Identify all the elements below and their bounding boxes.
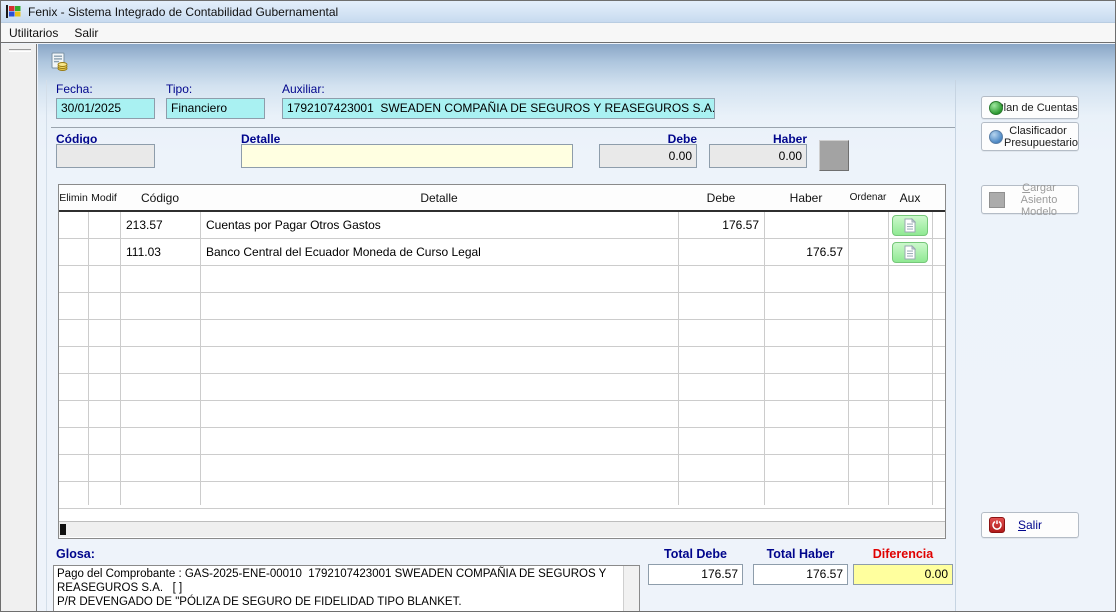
grid-horizontal-scrollbar[interactable] bbox=[59, 521, 945, 537]
tipo-field[interactable]: Financiero bbox=[166, 98, 265, 119]
diferencia-label: Diferencia bbox=[853, 547, 953, 561]
cell-elimin[interactable] bbox=[59, 212, 88, 239]
total-haber-field: 176.57 bbox=[753, 564, 848, 585]
scrollbar-thumb[interactable] bbox=[60, 524, 66, 535]
document-list-icon bbox=[904, 218, 916, 233]
salir-label: Salir bbox=[1018, 519, 1042, 531]
plan-de-cuentas-label: Plan de Cuentas bbox=[996, 102, 1077, 114]
haber-entry-field[interactable]: 0.00 bbox=[709, 144, 807, 168]
col-codigo: Código bbox=[120, 185, 200, 210]
glosa-label: Glosa: bbox=[56, 547, 95, 561]
cell-debe[interactable]: 176.57 bbox=[678, 212, 764, 239]
blue-sphere-icon bbox=[989, 130, 1003, 144]
codigo-entry-field[interactable] bbox=[56, 144, 155, 168]
grid-body[interactable]: 213.57 Cuentas por Pagar Otros Gastos 17… bbox=[59, 212, 945, 521]
voucher-toolbar-button[interactable] bbox=[46, 50, 72, 74]
diferencia-field: 0.00 bbox=[853, 564, 953, 585]
total-debe-label: Total Debe bbox=[648, 547, 743, 561]
titlebar: Fenix - Sistema Integrado de Contabilida… bbox=[1, 1, 1116, 23]
glosa-textarea[interactable]: Pago del Comprobante : GAS-2025-ENE-0001… bbox=[53, 565, 640, 612]
aux-detail-button[interactable] bbox=[892, 215, 928, 236]
col-modif: Modif bbox=[88, 185, 120, 210]
menubar: Utilitarios Salir bbox=[1, 23, 1116, 43]
cell-ordenar[interactable] bbox=[848, 239, 888, 266]
clasificador-presupuestario-button[interactable]: Clasificador Presupuestario bbox=[981, 122, 1079, 151]
debe-entry-field[interactable]: 0.00 bbox=[599, 144, 697, 168]
col-detalle: Detalle bbox=[200, 185, 678, 210]
document-coins-icon bbox=[49, 52, 69, 72]
fecha-field[interactable]: 30/01/2025 bbox=[56, 98, 155, 119]
power-icon bbox=[989, 517, 1005, 533]
col-haber: Haber bbox=[764, 185, 848, 210]
separator-line bbox=[51, 127, 955, 128]
total-debe-field: 176.57 bbox=[648, 564, 743, 585]
cell-debe[interactable] bbox=[678, 239, 764, 266]
menu-salir[interactable]: Salir bbox=[66, 24, 106, 42]
gray-square-icon bbox=[989, 192, 1005, 208]
cargar-asiento-modelo-button[interactable]: Cargar Asiento Modelo bbox=[981, 185, 1079, 214]
cell-detalle[interactable]: Banco Central del Ecuador Moneda de Curs… bbox=[200, 239, 678, 266]
tipo-label: Tipo: bbox=[166, 82, 192, 96]
window-title: Fenix - Sistema Integrado de Contabilida… bbox=[28, 5, 338, 19]
col-spacer bbox=[932, 185, 945, 210]
auxiliar-label: Auxiliar: bbox=[282, 82, 325, 96]
table-row[interactable]: 111.03 Banco Central del Ecuador Moneda … bbox=[59, 239, 945, 266]
entries-grid: Elimin Modif Código Detalle Debe Haber O… bbox=[58, 184, 946, 539]
detalle-entry-field[interactable] bbox=[241, 144, 573, 168]
cell-aux bbox=[888, 212, 932, 239]
green-sphere-icon bbox=[989, 101, 1003, 115]
col-debe: Debe bbox=[678, 185, 764, 210]
glosa-scrollbar[interactable] bbox=[623, 566, 639, 611]
cell-modif[interactable] bbox=[88, 212, 120, 239]
cell-aux bbox=[888, 239, 932, 266]
aux-detail-button[interactable] bbox=[892, 242, 928, 263]
col-elimin: Elimin bbox=[59, 185, 88, 210]
cell-ordenar[interactable] bbox=[848, 212, 888, 239]
salir-button[interactable]: Salir bbox=[981, 512, 1079, 538]
left-panel bbox=[1, 44, 37, 612]
col-aux: Aux bbox=[888, 185, 932, 210]
main-panel: Fecha: 30/01/2025 Tipo: Financiero Auxil… bbox=[38, 44, 1116, 612]
panel-splitter-handle[interactable] bbox=[9, 49, 31, 52]
app-icon bbox=[6, 4, 22, 19]
add-entry-button[interactable] bbox=[819, 140, 849, 171]
cell-haber[interactable] bbox=[764, 212, 848, 239]
total-haber-label: Total Haber bbox=[753, 547, 848, 561]
clasificador-label: Clasificador Presupuestario bbox=[1004, 125, 1072, 149]
cargar-asiento-label: Cargar Asiento Modelo bbox=[1007, 182, 1071, 218]
plan-de-cuentas-button[interactable]: Plan de Cuentas bbox=[981, 96, 1079, 119]
col-ordenar: Ordenar bbox=[848, 185, 888, 210]
document-list-icon bbox=[904, 245, 916, 260]
cell-modif[interactable] bbox=[88, 239, 120, 266]
cell-haber[interactable]: 176.57 bbox=[764, 239, 848, 266]
app-window: Fenix - Sistema Integrado de Contabilida… bbox=[0, 0, 1116, 612]
cell-codigo[interactable]: 213.57 bbox=[120, 212, 200, 239]
cell-elimin[interactable] bbox=[59, 239, 88, 266]
cell-codigo[interactable]: 111.03 bbox=[120, 239, 200, 266]
table-row[interactable]: 213.57 Cuentas por Pagar Otros Gastos 17… bbox=[59, 212, 945, 239]
cell-detalle[interactable]: Cuentas por Pagar Otros Gastos bbox=[200, 212, 678, 239]
auxiliar-field[interactable]: 1792107423001 SWEADEN COMPAÑIA DE SEGURO… bbox=[282, 98, 715, 119]
menu-utilitarios[interactable]: Utilitarios bbox=[1, 24, 66, 42]
grid-header-row: Elimin Modif Código Detalle Debe Haber O… bbox=[59, 185, 945, 212]
fecha-label: Fecha: bbox=[56, 82, 93, 96]
